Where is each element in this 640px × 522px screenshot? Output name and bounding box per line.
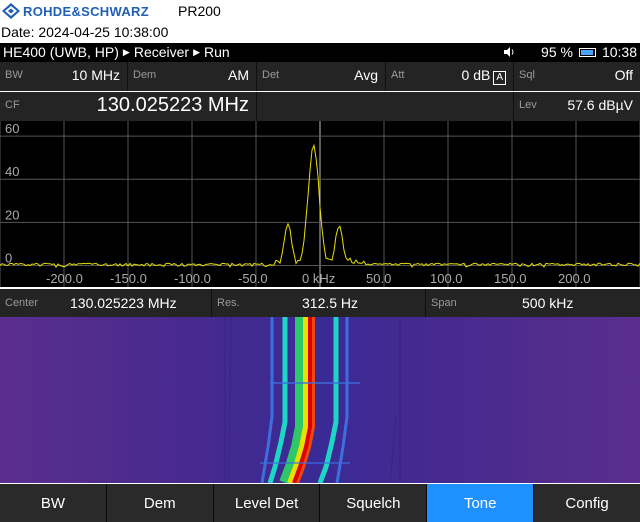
y-tick-label: 20 (5, 207, 19, 222)
span-value: 500 kHz (522, 295, 574, 311)
center-label: Center (5, 297, 39, 309)
sql-value: Off (614, 67, 633, 83)
spectrum-display[interactable]: 60 40 20 0 -200.0 -150.0 -100.0 -50.0 0 kHz 50.0 1… (0, 121, 640, 287)
frequency-bar: CF 130.025223 MHz Lev 57.6 dBµV (0, 92, 640, 121)
span-label: Span (431, 297, 457, 309)
dem-label: Dem (133, 69, 157, 81)
softkey-level-det[interactable]: Level Det (213, 484, 320, 522)
x-tick-label: 150.0 (494, 271, 527, 286)
breadcrumb-separator-icon: ▶ (122, 46, 130, 57)
speaker-icon[interactable] (503, 46, 515, 58)
status-bar: HE400 (UWB, HP) ▶ Receiver ▶ Run 95 % 10… (0, 43, 640, 62)
spectrum-chart: 60 40 20 0 -200.0 -150.0 -100.0 -50.0 0 kHz 50.0 1… (0, 121, 640, 287)
rohde-schwarz-logo-icon (2, 3, 20, 19)
empty-param-slot (257, 92, 514, 121)
sql-param[interactable]: Sql Off (514, 62, 640, 91)
clock: 10:38 (601, 44, 637, 60)
lev-param: Lev 57.6 dBµV (514, 92, 640, 121)
battery-icon (578, 47, 596, 57)
y-tick-label: 0 (5, 250, 12, 265)
cf-label: CF (5, 99, 20, 111)
res-info[interactable]: Res. 312.5 Hz (212, 289, 426, 317)
cf-value: 130.025223 MHz (96, 94, 249, 116)
det-value: Avg (354, 67, 378, 83)
softkey-squelch[interactable]: Squelch (320, 484, 427, 522)
dem-param[interactable]: Dem AM (128, 62, 257, 91)
report-date: Date: 2024-04-25 10:38:00 (1, 24, 169, 40)
battery-percent: 95 % (541, 44, 573, 60)
x-tick-label: 50.0 (366, 271, 391, 286)
cf-param[interactable]: CF 130.025223 MHz (0, 92, 257, 121)
waterfall-display[interactable] (0, 317, 640, 483)
sql-label: Sql (519, 69, 535, 81)
softkey-bw[interactable]: BW (0, 484, 106, 522)
span-info-bar: Center 130.025223 MHz Res. 312.5 Hz Span… (0, 289, 640, 317)
center-info[interactable]: Center 130.025223 MHz (0, 289, 212, 317)
att-label: Att (391, 69, 405, 81)
report-header: ROHDE&SCHWARZ PR200 Date: 2024-04-25 10:… (0, 0, 640, 43)
parameter-bar: BW 10 MHz Dem AM Det Avg Att 0 dB A Sql O… (0, 62, 640, 91)
softkey-config[interactable]: Config (534, 484, 640, 522)
device-model: PR200 (178, 3, 221, 19)
brand-logo: ROHDE&SCHWARZ (2, 3, 149, 19)
att-value-group: 0 dB A (462, 67, 506, 85)
x-tick-label: -150.0 (110, 271, 147, 286)
lev-value: 57.6 dBµV (567, 97, 633, 113)
y-tick-label: 40 (5, 164, 19, 179)
breadcrumb-separator-icon: ▶ (193, 46, 201, 57)
x-tick-label: 100.0 (430, 271, 463, 286)
auto-badge: A (493, 71, 506, 85)
att-value: 0 dB (461, 67, 491, 83)
det-label: Det (262, 69, 280, 81)
x-tick-label: -100.0 (174, 271, 211, 286)
x-tick-label: -200.0 (46, 271, 83, 286)
breadcrumb-mode[interactable]: Receiver (134, 44, 189, 60)
breadcrumb-antenna[interactable]: HE400 (UWB, HP) (3, 44, 119, 60)
brand-name: ROHDE&SCHWARZ (23, 3, 149, 19)
softkey-bar: BW Dem Level Det Squelch Tone Config (0, 484, 640, 522)
waterfall-chart (0, 317, 640, 483)
x-tick-label: 0 kHz (302, 271, 335, 286)
span-info[interactable]: Span 500 kHz (426, 289, 640, 317)
res-label: Res. (217, 297, 240, 309)
status-indicators: 95 % 10:38 (503, 44, 637, 60)
att-param[interactable]: Att 0 dB A (386, 62, 514, 91)
x-tick-label: 200.0 (558, 271, 591, 286)
softkey-dem[interactable]: Dem (106, 484, 213, 522)
bw-value: 10 MHz (71, 67, 120, 83)
dem-value: AM (228, 67, 249, 83)
res-value: 312.5 Hz (302, 295, 359, 311)
x-tick-label: -50.0 (238, 271, 268, 286)
bw-label: BW (5, 69, 23, 81)
lev-label: Lev (519, 99, 537, 111)
breadcrumb-state[interactable]: Run (204, 44, 230, 60)
bw-param[interactable]: BW 10 MHz (0, 62, 128, 91)
center-value: 130.025223 MHz (70, 295, 177, 311)
breadcrumb: HE400 (UWB, HP) ▶ Receiver ▶ Run (3, 44, 230, 60)
det-param[interactable]: Det Avg (257, 62, 386, 91)
softkey-tone[interactable]: Tone (427, 484, 534, 522)
y-tick-label: 60 (5, 121, 19, 136)
